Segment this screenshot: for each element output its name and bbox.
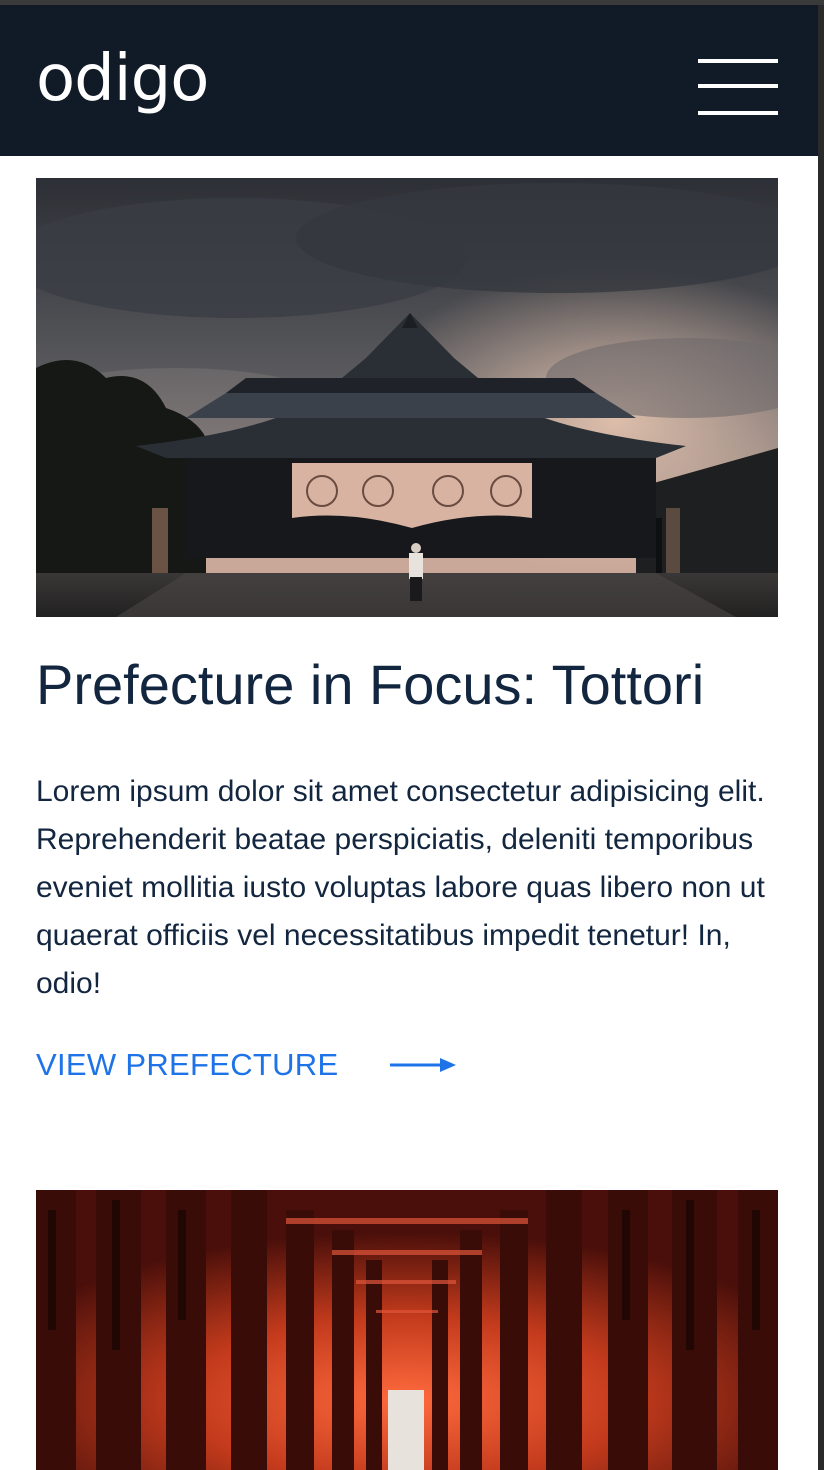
- arrow-right-icon: [390, 1058, 457, 1072]
- cta-label: VIEW PREFECTURE: [36, 1047, 339, 1082]
- card-image-torii[interactable]: [36, 1190, 778, 1470]
- window-scrollbar[interactable]: [818, 5, 824, 1470]
- site-header: odigo: [0, 5, 818, 156]
- site-logo[interactable]: odigo: [36, 47, 209, 111]
- page-viewport: odigo Prefecture in Focus: Tottori Lorem…: [0, 5, 818, 1470]
- card-title[interactable]: Prefecture in Focus: Tottori: [36, 653, 796, 717]
- view-prefecture-link[interactable]: VIEW PREFECTURE: [36, 1045, 458, 1085]
- menu-button[interactable]: [698, 59, 778, 117]
- card-description: Lorem ipsum dolor sit amet consectetur a…: [36, 775, 765, 1000]
- hamburger-menu-icon: [698, 59, 778, 63]
- card-image-shrine[interactable]: [36, 178, 778, 617]
